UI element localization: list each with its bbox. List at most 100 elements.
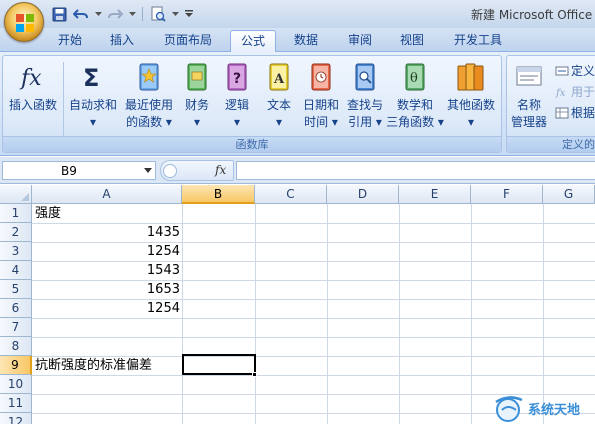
more-functions-button[interactable]: 其他函数 ▾ <box>445 59 497 137</box>
math-trig-button[interactable]: θ 数学和 三角函数 ▾ <box>385 59 445 137</box>
autosum-button[interactable]: Σ 自动求和 ▾ <box>65 59 121 137</box>
column-header-g[interactable]: G <box>543 185 595 204</box>
gridline <box>182 204 183 424</box>
svg-text:θ: θ <box>410 71 418 86</box>
text-dropdown[interactable]: ▾ <box>261 114 297 130</box>
name-manager-label-2: 管理器 <box>510 115 547 129</box>
ribbon: fx 插入函数 Σ 自动求和 ▾ 最近使用 的函数 ▾ 财务 ▾ ? 逻辑 ▾ … <box>0 52 595 156</box>
row-header-6[interactable]: 6 <box>0 299 32 318</box>
column-header-b[interactable]: B <box>182 185 255 204</box>
lookup-reference-button[interactable]: 查找与 引用 ▾ <box>343 59 387 137</box>
chevron-down-icon[interactable] <box>144 168 152 173</box>
row-header-7[interactable]: 7 <box>0 318 32 337</box>
cell-a2[interactable]: 1435 <box>34 223 180 242</box>
cell-a9[interactable]: 抗断强度的标准偏差 <box>35 356 182 375</box>
name-box[interactable]: B9 <box>2 161 156 180</box>
date-time-label-1: 日期和 <box>302 98 339 112</box>
group-separator <box>63 62 64 136</box>
row-header-11[interactable]: 11 <box>0 394 32 413</box>
create-from-selection-icon <box>555 107 569 119</box>
cell-a5[interactable]: 1653 <box>34 280 180 299</box>
column-header-c[interactable]: C <box>255 185 327 204</box>
logical-label: 逻辑 <box>224 98 249 112</box>
autosum-dropdown[interactable]: ▾ <box>65 114 121 130</box>
save-button[interactable] <box>50 5 68 23</box>
redo-button[interactable] <box>106 5 124 23</box>
formula-input[interactable] <box>236 161 595 180</box>
tab-developer[interactable]: 开发工具 <box>446 30 510 52</box>
insert-function-button[interactable]: fx 插入函数 <box>5 59 61 137</box>
row-header-4[interactable]: 4 <box>0 261 32 280</box>
more-functions-label: 其他函数 <box>446 98 495 112</box>
row-header-8[interactable]: 8 <box>0 337 32 356</box>
redo-icon <box>108 9 123 19</box>
insert-function-fx-button[interactable]: fx <box>215 163 226 177</box>
financial-button[interactable]: 财务 ▾ <box>179 59 215 137</box>
cell-a1[interactable]: 强度 <box>35 204 180 223</box>
financial-dropdown[interactable]: ▾ <box>179 114 215 130</box>
tab-formulas[interactable]: 公式 <box>230 30 276 53</box>
name-manager-icon <box>516 66 542 86</box>
row-header-12[interactable]: 12 <box>0 413 32 424</box>
column-header-a[interactable]: A <box>32 185 182 204</box>
select-all-corner[interactable] <box>0 185 32 204</box>
row-header-10[interactable]: 10 <box>0 375 32 394</box>
row-header-2[interactable]: 2 <box>0 223 32 242</box>
math-trig-label-2: 三角函数 ▾ <box>386 115 444 129</box>
more-functions-dropdown[interactable]: ▾ <box>445 114 497 130</box>
tab-home[interactable]: 开始 <box>48 30 92 52</box>
logical-button[interactable]: ? 逻辑 ▾ <box>219 59 255 137</box>
watermark-logo-icon <box>495 396 523 422</box>
math-trig-label-1: 数学和 <box>396 98 433 112</box>
recently-used-label-2: 的函数 ▾ <box>126 115 172 129</box>
tab-review[interactable]: 审阅 <box>338 30 382 52</box>
office-button[interactable] <box>4 2 44 42</box>
text-button[interactable]: A 文本 ▾ <box>261 59 297 137</box>
select-all-icon <box>21 193 29 201</box>
undo-button[interactable] <box>72 5 90 23</box>
row-header-3[interactable]: 3 <box>0 242 32 261</box>
create-from-selection-button[interactable]: 根据 <box>555 104 595 122</box>
active-cell-b9[interactable] <box>182 354 256 375</box>
logical-book-icon: ? <box>227 63 247 91</box>
column-header-e[interactable]: E <box>399 185 471 204</box>
watermark: 系统天地 <box>486 392 595 424</box>
column-header-f[interactable]: F <box>471 185 543 204</box>
customize-qat-button[interactable] <box>183 5 195 23</box>
fill-handle[interactable] <box>252 372 257 377</box>
logical-dropdown[interactable]: ▾ <box>219 114 255 130</box>
row-header-1[interactable]: 1 <box>0 204 32 223</box>
tab-data[interactable]: 数据 <box>284 30 328 52</box>
ribbon-tabs: 开始 插入 页面布局 公式 数据 审阅 视图 开发工具 <box>0 28 595 53</box>
cell-a4[interactable]: 1543 <box>34 261 180 280</box>
undo-icon <box>73 9 88 19</box>
worksheet-grid: A B C D E F G 1 2 3 4 5 6 7 8 9 10 11 12… <box>0 185 595 424</box>
column-header-d[interactable]: D <box>327 185 399 204</box>
print-preview-button[interactable] <box>149 5 167 23</box>
svg-text:fx: fx <box>19 66 42 91</box>
financial-book-icon <box>187 63 207 91</box>
row-header-9[interactable]: 9 <box>0 356 32 375</box>
formula-bar-buttons: fx <box>160 160 234 181</box>
date-time-button[interactable]: 日期和 时间 ▾ <box>299 59 343 137</box>
cell-a6[interactable]: 1254 <box>34 299 180 318</box>
tab-view[interactable]: 视图 <box>390 30 434 52</box>
customize-icon <box>185 10 193 17</box>
fx-icon: fx <box>19 66 42 91</box>
undo-dropdown[interactable] <box>94 5 102 23</box>
tab-page-layout[interactable]: 页面布局 <box>156 30 220 52</box>
redo-dropdown[interactable] <box>128 5 136 23</box>
cell-a3[interactable]: 1254 <box>34 242 180 261</box>
text-book-icon: A <box>269 63 289 91</box>
theta-book-icon: θ <box>405 63 425 91</box>
define-name-button[interactable]: 定义 <box>555 62 595 80</box>
use-in-formula-button[interactable]: fx 用于 <box>555 83 595 101</box>
tab-insert[interactable]: 插入 <box>100 30 144 52</box>
print-preview-dropdown[interactable] <box>171 5 179 23</box>
recently-used-button[interactable]: 最近使用 的函数 ▾ <box>119 59 179 137</box>
name-manager-button[interactable]: 名称 管理器 <box>507 59 551 137</box>
row-header-5[interactable]: 5 <box>0 280 32 299</box>
calendar-book-icon <box>311 63 331 91</box>
lookup-label-1: 查找与 <box>346 98 383 112</box>
name-box-value: B9 <box>61 164 77 178</box>
